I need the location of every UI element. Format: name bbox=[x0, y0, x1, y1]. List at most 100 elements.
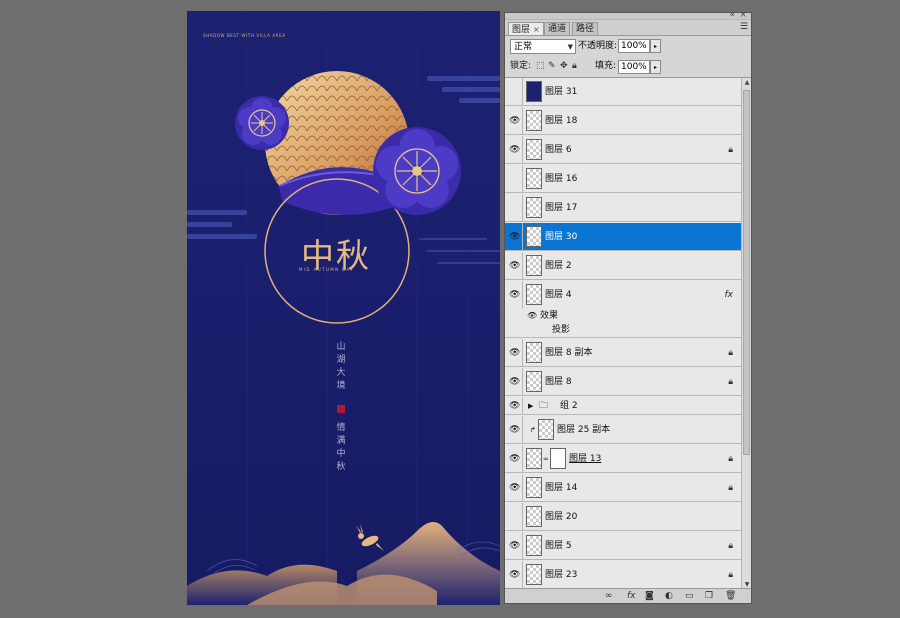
layer-thumbnail bbox=[526, 197, 542, 218]
fill-slider-button[interactable]: ▸ bbox=[650, 60, 661, 74]
lock-transparent-icon[interactable]: ⬚ bbox=[536, 60, 545, 72]
eye-icon: 👁︎ bbox=[509, 231, 521, 242]
expand-arrow-icon[interactable]: ▶ bbox=[528, 397, 533, 415]
eye-icon: 👁︎ bbox=[509, 424, 521, 435]
visibility-toggle[interactable]: 👁︎ bbox=[505, 532, 523, 559]
visibility-toggle[interactable]: 👁︎ bbox=[505, 561, 523, 588]
visibility-toggle[interactable]: 👁︎ bbox=[505, 136, 523, 163]
vertical-char: 山 bbox=[336, 342, 346, 352]
new-layer-icon[interactable]: ❐ bbox=[705, 590, 713, 602]
panel-menu-icon[interactable]: ☰ bbox=[740, 22, 748, 32]
visibility-toggle[interactable]: 👁︎ bbox=[505, 252, 523, 279]
tab-paths[interactable]: 路径 bbox=[572, 22, 599, 35]
layer-row[interactable]: 👁︎ 图层 8 🔒︎ bbox=[505, 368, 741, 396]
layer-effect-item[interactable]: 投影 bbox=[505, 323, 741, 338]
fx-icon[interactable]: fx bbox=[627, 590, 636, 602]
visibility-toggle[interactable] bbox=[505, 78, 523, 105]
layer-row[interactable]: 👁︎ 图层 23 🔒︎ bbox=[505, 561, 741, 589]
layer-effects-row[interactable]: 👁︎ 效果 bbox=[505, 309, 741, 323]
layer-name: 图层 31 bbox=[545, 87, 578, 97]
tab-layers[interactable]: 图层 × bbox=[508, 22, 544, 35]
chain-link-icon[interactable]: ∞ bbox=[543, 445, 549, 473]
layer-mask-thumbnail[interactable] bbox=[550, 448, 566, 469]
visibility-toggle[interactable] bbox=[505, 194, 523, 221]
eye-icon: 👁︎ bbox=[509, 376, 521, 387]
layers-scrollbar[interactable]: ▲ ▼ bbox=[741, 78, 751, 590]
poster-subtitle: MID AUTUMN DAY bbox=[299, 267, 355, 272]
layer-row[interactable]: 👁︎ ∞ 图层 13 🔒︎ bbox=[505, 445, 741, 473]
fx-icon[interactable]: fx bbox=[725, 289, 734, 301]
vertical-char: 满 bbox=[336, 436, 346, 446]
scroll-thumb[interactable] bbox=[743, 90, 750, 455]
visibility-toggle[interactable] bbox=[505, 503, 523, 530]
layer-thumbnail bbox=[526, 81, 542, 102]
vertical-char: 情 bbox=[336, 423, 346, 433]
eye-icon: 👁︎ bbox=[509, 569, 521, 580]
lock-move-icon[interactable]: ✥ bbox=[560, 60, 568, 72]
layer-name: 图层 16 bbox=[545, 174, 578, 184]
link-icon[interactable]: ∞ bbox=[605, 590, 613, 602]
layer-row[interactable]: 👁︎ ↱ 图层 25 副本 bbox=[505, 416, 741, 444]
folder-icon[interactable]: ▭ bbox=[685, 590, 694, 602]
poster-tagline: SHADOW BEST WITH VILLA AREA bbox=[203, 33, 286, 38]
visibility-toggle[interactable]: 👁︎ bbox=[505, 445, 523, 472]
tab-close-icon[interactable]: × bbox=[533, 25, 540, 34]
visibility-toggle[interactable]: 👁︎ bbox=[505, 397, 523, 414]
group-row[interactable]: 👁︎ ▶ 🗀 组 2 bbox=[505, 397, 741, 415]
lock-all-icon[interactable]: 🔒︎ bbox=[572, 60, 577, 72]
layer-row[interactable]: 👁︎ 图层 8 副本 🔒︎ bbox=[505, 339, 741, 367]
lock-icon: 🔒︎ bbox=[728, 540, 733, 551]
layer-name: 图层 23 bbox=[545, 570, 578, 580]
layer-thumbnail bbox=[526, 564, 542, 585]
layer-name: 图层 5 bbox=[545, 541, 572, 551]
visibility-toggle[interactable]: 👁︎ bbox=[505, 368, 523, 395]
layer-row[interactable]: 👁︎ 图层 5 🔒︎ bbox=[505, 532, 741, 560]
opacity-slider-button[interactable]: ▸ bbox=[650, 39, 661, 53]
layer-row[interactable]: 👁︎ 图层 2 bbox=[505, 252, 741, 280]
opacity-label: 不透明度: bbox=[578, 41, 618, 51]
eye-icon: 👁︎ bbox=[509, 453, 521, 464]
blend-mode-select[interactable]: 正常 ▼ bbox=[510, 39, 576, 54]
mask-icon[interactable]: ◙ bbox=[645, 590, 654, 602]
close-icon[interactable]: × bbox=[739, 10, 747, 20]
visibility-toggle[interactable]: 👁︎ bbox=[505, 223, 523, 250]
eye-icon: 👁︎ bbox=[509, 400, 521, 411]
layer-name: 图层 4 bbox=[545, 290, 572, 300]
layer-row[interactable]: 图层 16 bbox=[505, 165, 741, 193]
layer-row[interactable]: 图层 31 bbox=[505, 78, 741, 106]
panel-titlebar[interactable]: « × bbox=[505, 10, 751, 20]
layer-name: 图层 20 bbox=[545, 512, 578, 522]
layer-thumbnail bbox=[526, 506, 542, 527]
visibility-toggle[interactable]: 👁︎ bbox=[505, 107, 523, 134]
opacity-input[interactable]: 100% bbox=[618, 39, 650, 53]
layer-thumbnail bbox=[538, 419, 554, 440]
visibility-toggle[interactable]: 👁︎ bbox=[505, 281, 523, 309]
visibility-toggle[interactable]: 👁︎ bbox=[505, 474, 523, 501]
layer-row[interactable]: 👁︎ 图层 18 bbox=[505, 107, 741, 135]
clip-arrow-icon: ↱ bbox=[530, 426, 536, 434]
eye-icon[interactable]: 👁︎ bbox=[527, 309, 537, 323]
layer-row[interactable]: 图层 20 bbox=[505, 503, 741, 531]
tab-channels[interactable]: 通道 bbox=[544, 22, 571, 35]
adjustment-icon[interactable]: ◐ bbox=[665, 590, 673, 602]
collapse-icon[interactable]: « bbox=[729, 10, 735, 20]
layer-name: 图层 25 副本 bbox=[557, 425, 611, 435]
layer-thumbnail bbox=[526, 139, 542, 160]
layer-thumbnail bbox=[526, 477, 542, 498]
layer-row-selected[interactable]: 👁︎ 图层 30 bbox=[505, 223, 741, 251]
lock-brush-icon[interactable]: ✎ bbox=[548, 60, 556, 72]
lock-icon: 🔒︎ bbox=[728, 569, 733, 580]
layer-row[interactable]: 👁︎ 图层 4 fx bbox=[505, 281, 741, 309]
scroll-up-icon[interactable]: ▲ bbox=[742, 78, 752, 88]
eye-icon: 👁︎ bbox=[509, 260, 521, 271]
layer-row[interactable]: 图层 17 bbox=[505, 194, 741, 222]
poster-vertical-text-2: 情 满 中 秋 bbox=[336, 422, 346, 474]
trash-icon[interactable]: 🗑︎ bbox=[725, 590, 736, 602]
layer-row[interactable]: 👁︎ 图层 14 🔒︎ bbox=[505, 474, 741, 502]
visibility-toggle[interactable]: 👁︎ bbox=[505, 339, 523, 366]
visibility-toggle[interactable]: 👁︎ bbox=[505, 416, 523, 443]
layer-row[interactable]: 👁︎ 图层 6 🔒︎ bbox=[505, 136, 741, 164]
visibility-toggle[interactable] bbox=[505, 165, 523, 192]
fill-input[interactable]: 100% bbox=[618, 60, 650, 74]
canvas-poster[interactable]: SHADOW BEST WITH VILLA AREA 中秋 MID AUTUM… bbox=[187, 11, 500, 605]
